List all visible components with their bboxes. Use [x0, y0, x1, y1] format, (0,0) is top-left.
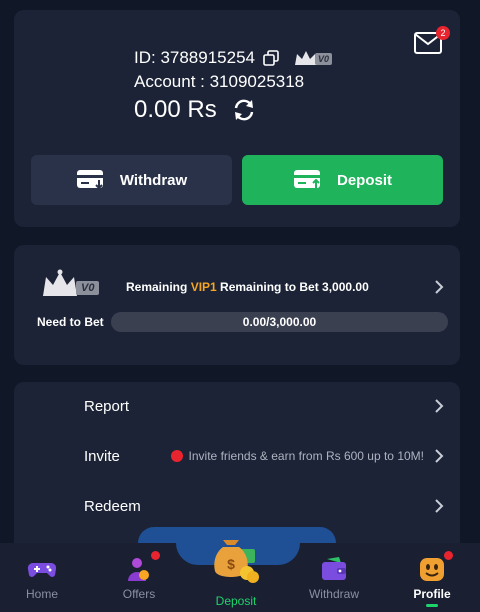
vip-badge: V0	[293, 49, 333, 67]
withdraw-card-icon	[76, 169, 106, 191]
menu-item-label: Redeem	[84, 497, 141, 515]
offers-icon	[124, 551, 160, 583]
nav-offers[interactable]: Offers	[99, 543, 179, 612]
account-number: Account : 3109025318	[134, 72, 305, 91]
bet-progress-bar: 0.00/3,000.00	[111, 312, 448, 332]
copy-icon[interactable]	[263, 50, 279, 66]
deposit-button[interactable]: Deposit	[242, 155, 443, 205]
refresh-icon[interactable]	[231, 97, 257, 123]
balance-row: 0.00 Rs	[134, 96, 257, 124]
user-id-text: ID: 3788915254	[134, 48, 255, 67]
deposit-label: Deposit	[336, 171, 392, 189]
withdraw-button[interactable]: Withdraw	[31, 155, 232, 205]
menu-item-label: Report	[84, 397, 130, 415]
nav-home[interactable]: Home	[2, 543, 82, 612]
menu-item-redeem[interactable]: Redeem	[14, 484, 460, 528]
active-tab-indicator	[426, 604, 438, 607]
nav-withdraw[interactable]: Withdraw	[294, 543, 374, 612]
chevron-right-icon	[435, 280, 444, 294]
deposit-card-icon	[293, 169, 323, 191]
nav-offers-label: Offers	[122, 587, 156, 601]
mail-icon[interactable]: 2	[414, 26, 450, 54]
vip-level-tag-large: V0	[76, 281, 100, 295]
profile-face-icon	[417, 551, 453, 583]
bet-progress-text: 0.00/3,000.00	[242, 315, 317, 329]
user-id-row: ID: 3788915254 V0	[134, 48, 333, 68]
vip-level-tag: V0	[315, 53, 333, 65]
nav-profile[interactable]: Profile	[392, 543, 472, 612]
account-card: 2 ID: 3788915254 V0 Account : 3109025318…	[14, 10, 460, 227]
need-to-bet-label: Need to Bet	[37, 315, 104, 329]
wallet-icon	[319, 555, 349, 583]
chevron-right-icon	[435, 449, 444, 463]
offers-notification-dot	[151, 551, 160, 560]
mail-count-badge: 2	[436, 26, 450, 40]
nav-home-label: Home	[25, 587, 58, 601]
red-dot-icon	[170, 450, 183, 462]
vip-progress-card[interactable]: V0 Remaining VIP1 Remaining to Bet 3,000…	[14, 245, 460, 365]
menu-item-report[interactable]: Report	[14, 384, 460, 428]
svg-text:$: $	[227, 556, 235, 572]
invite-promo: Invite friends & earn from Rs 600 up to …	[170, 449, 424, 463]
invite-promo-text: Invite friends & earn from Rs 600 up to …	[188, 449, 424, 463]
crown-large-icon	[43, 269, 77, 296]
nav-withdraw-label: Withdraw	[308, 587, 359, 601]
withdraw-label: Withdraw	[119, 171, 188, 189]
balance-amount: 0.00 Rs	[134, 96, 217, 123]
vip-badge-large: V0	[40, 269, 100, 299]
profile-notification-dot	[444, 551, 453, 560]
money-bag-icon[interactable]: $	[209, 537, 261, 585]
menu-item-invite[interactable]: Invite Invite friends & earn from Rs 600…	[14, 434, 460, 478]
nav-deposit-label[interactable]: Deposit	[196, 594, 276, 608]
nav-profile-label: Profile	[413, 587, 451, 601]
chevron-right-icon	[435, 499, 444, 513]
vip-remaining-text: Remaining VIP1 Remaining to Bet 3,000.00	[126, 280, 369, 294]
menu-item-label: Invite	[84, 447, 120, 465]
gamepad-icon	[27, 555, 57, 583]
chevron-right-icon	[435, 399, 444, 413]
